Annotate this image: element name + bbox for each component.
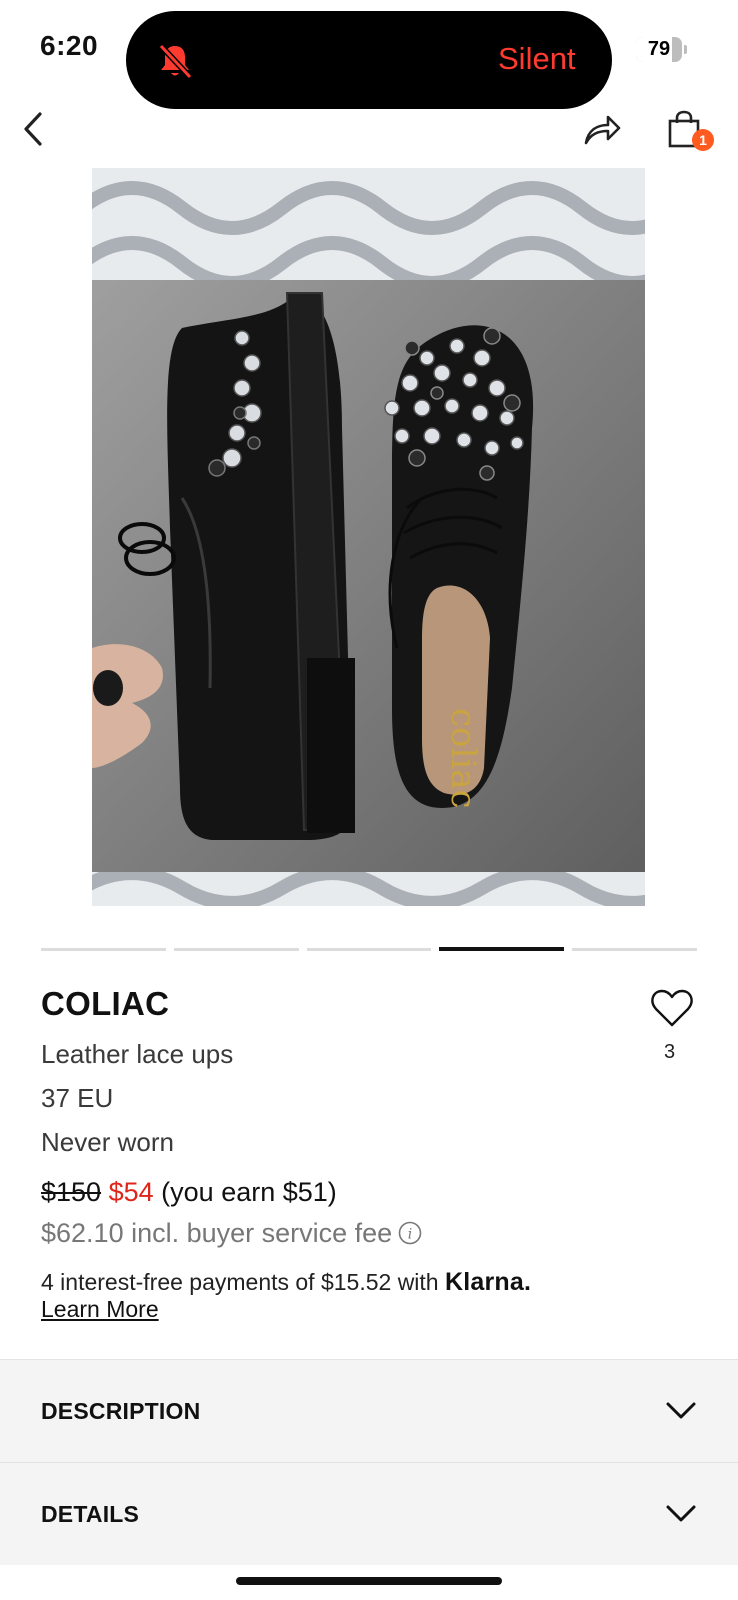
product-brand[interactable]: COLIAC <box>41 985 169 1023</box>
chevron-down-icon <box>666 1505 696 1522</box>
pager-segment-1[interactable] <box>41 948 166 951</box>
description-accordion[interactable]: DESCRIPTION <box>0 1359 738 1462</box>
battery-indicator: 79 <box>636 37 682 62</box>
share-icon <box>584 115 621 145</box>
svg-text:coliac: coliac <box>443 708 483 809</box>
learn-more-link[interactable]: Learn More <box>41 1296 159 1323</box>
info-icon[interactable]: i <box>398 1221 422 1245</box>
details-label: DETAILS <box>41 1501 140 1527</box>
buyer-fee-text: $62.10 incl. buyer service fee <box>41 1218 393 1248</box>
klarna-logo: Klarna. <box>445 1268 532 1296</box>
like-count: 3 <box>664 1041 676 1063</box>
svg-text:i: i <box>408 1227 412 1243</box>
shoe-photo-illustration: coliac <box>92 168 645 906</box>
pager-segment-2[interactable] <box>173 948 299 951</box>
price-row: $150 $54 (you earn $51) <box>41 1177 337 1208</box>
seller-earnings: (you earn $51) <box>161 1177 337 1207</box>
battery-cap <box>684 45 687 54</box>
product-title: Leather lace ups <box>41 1039 234 1069</box>
product-size: 37 EU <box>41 1083 114 1113</box>
chevron-left-icon <box>24 112 42 146</box>
buyer-fee-row: $62.10 incl. buyer service fee i <box>41 1218 422 1249</box>
klarna-row: 4 interest-free payments of $15.52 with … <box>41 1268 531 1297</box>
share-button[interactable] <box>578 105 626 153</box>
image-pager <box>41 947 697 951</box>
original-price: $150 <box>41 1177 102 1207</box>
chevron-down-icon <box>666 1402 696 1419</box>
heart-icon[interactable] <box>650 988 694 1028</box>
battery-percent: 79 <box>647 38 671 60</box>
product-condition: Never worn <box>41 1127 174 1157</box>
silent-label: Silent <box>498 41 576 76</box>
klarna-text: 4 interest-free payments of $15.52 with <box>41 1269 439 1295</box>
cart-count-badge: 1 <box>692 129 714 151</box>
description-label: DESCRIPTION <box>41 1398 201 1424</box>
pager-segment-4[interactable] <box>439 947 565 951</box>
back-button[interactable] <box>10 105 58 153</box>
product-photo[interactable]: coliac <box>92 168 645 906</box>
details-accordion[interactable]: DETAILS <box>0 1462 738 1565</box>
pager-segment-5[interactable] <box>572 948 697 951</box>
sale-price: $54 <box>108 1177 154 1207</box>
status-time: 6:20 <box>40 30 99 61</box>
pager-segment-3[interactable] <box>306 948 432 951</box>
bell-slash-icon <box>158 43 193 80</box>
home-indicator[interactable] <box>236 1577 502 1585</box>
cart-button[interactable]: 1 <box>660 105 714 153</box>
